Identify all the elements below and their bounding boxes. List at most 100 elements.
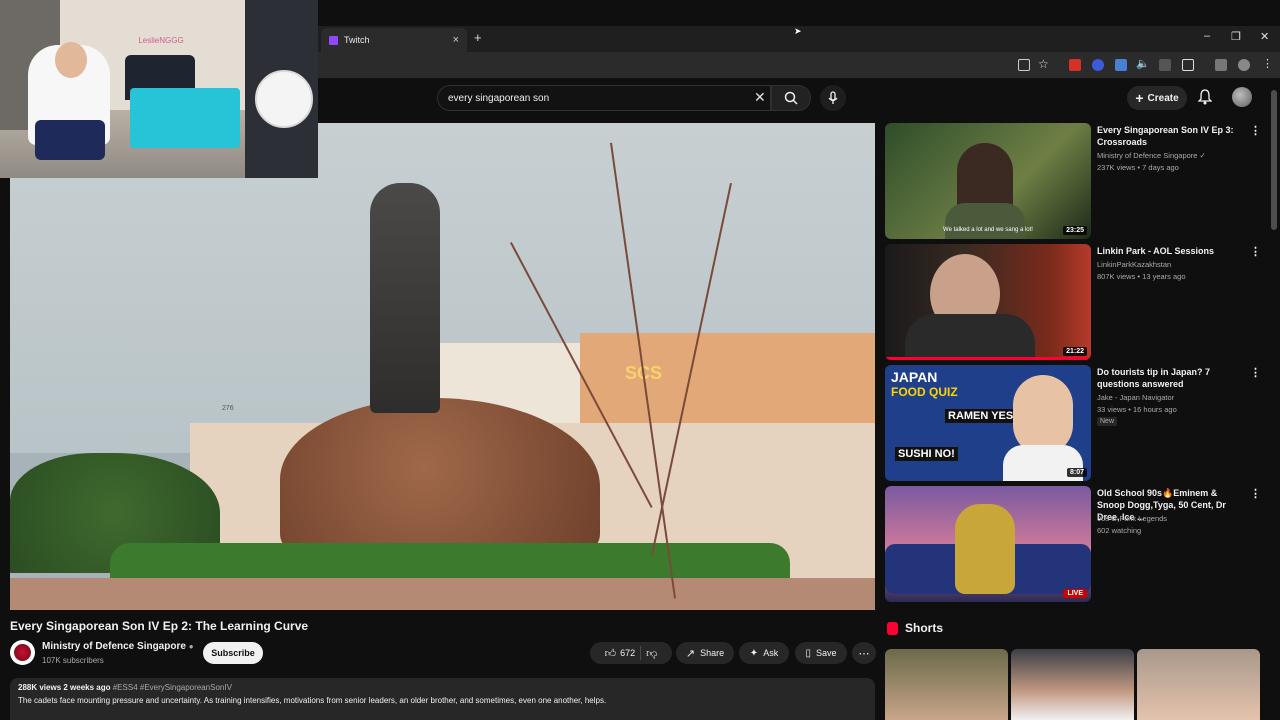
- related-channel[interactable]: 90s G-Funk Legends: [1097, 514, 1167, 523]
- like-dislike-group: 👍︎ 672 👎︎: [590, 642, 672, 664]
- soldier-statue: [370, 183, 440, 413]
- description-text: The cadets face mounting pressure and un…: [18, 696, 607, 705]
- close-window-button[interactable]: ✕: [1260, 30, 1269, 43]
- related-views: 237K views • 7 days ago: [1097, 163, 1179, 172]
- extension-blue-icon[interactable]: [1115, 59, 1127, 71]
- browser-menu-icon[interactable]: ⋮: [1262, 57, 1273, 70]
- related-views: 602 watching: [1097, 526, 1142, 535]
- browser-tab-twitch[interactable]: Twitch ×: [321, 28, 467, 52]
- channel-avatar[interactable]: [10, 640, 35, 665]
- notifications-button[interactable]: [1197, 89, 1213, 110]
- fan-image: [255, 70, 313, 128]
- description-box[interactable]: 288K views 2 weeks ago #ESS4 #EverySinga…: [10, 678, 875, 720]
- save-label: Save: [816, 648, 837, 658]
- thumb-text-japan: JAPAN: [891, 369, 938, 385]
- ask-button[interactable]: ✦ Ask: [739, 642, 789, 664]
- thumb-text-ramen: RAMEN YES!: [945, 409, 1020, 423]
- channel-name[interactable]: Ministry of Defence Singapore ●: [42, 641, 194, 652]
- new-tab-button[interactable]: +: [474, 30, 482, 45]
- twitch-icon: [329, 35, 338, 45]
- search-icon: [784, 91, 798, 105]
- subscriber-count: 107K subscribers: [42, 656, 104, 665]
- sparkle-icon: ✦: [749, 647, 759, 659]
- microphone-icon: [828, 91, 838, 104]
- search-button[interactable]: [771, 85, 811, 111]
- share-icon: ↗: [685, 647, 696, 660]
- streamer-head: [55, 42, 87, 78]
- subscribe-button[interactable]: Subscribe: [203, 642, 263, 664]
- bell-icon: [1197, 89, 1213, 105]
- related-channel[interactable]: Ministry of Defence Singapore ✓: [1097, 151, 1206, 160]
- related-more-icon[interactable]: ⋮: [1250, 124, 1261, 137]
- cast-icon[interactable]: [1018, 59, 1030, 71]
- video-player[interactable]: SCS 276: [10, 123, 875, 610]
- live-badge: LIVE: [1063, 589, 1087, 598]
- related-views: 33 views • 16 hours ago: [1097, 405, 1177, 414]
- extension-gmail-icon[interactable]: [1069, 59, 1081, 71]
- short-thumbnail[interactable]: [1137, 649, 1260, 720]
- short-thumbnail[interactable]: [1011, 649, 1134, 720]
- related-title[interactable]: Linkin Park - AOL Sessions: [1097, 245, 1247, 257]
- related-thumbnail[interactable]: We talked a lot and we sang a lot! 23:25: [885, 123, 1091, 239]
- related-views: 807K views • 13 years ago: [1097, 272, 1186, 281]
- more-actions-button[interactable]: ⋯: [852, 642, 876, 664]
- thumbs-up-icon: 👍︎: [604, 647, 617, 660]
- mouse-cursor-icon: ➤: [794, 26, 802, 36]
- short-thumbnail[interactable]: [885, 649, 1008, 720]
- plus-icon: +: [1135, 90, 1144, 106]
- create-label: Create: [1147, 92, 1179, 104]
- verified-icon: ●: [188, 642, 194, 651]
- related-title[interactable]: Do tourists tip in Japan? 7 questions an…: [1097, 366, 1247, 390]
- clear-search-icon[interactable]: ✕: [754, 89, 766, 106]
- extensions-puzzle-icon[interactable]: [1182, 59, 1194, 71]
- new-badge: New: [1097, 417, 1118, 426]
- more-horizontal-icon: ⋯: [858, 647, 870, 660]
- profile-icon[interactable]: [1238, 59, 1250, 71]
- related-channel[interactable]: Jake - Japan Navigator: [1097, 393, 1174, 402]
- account-avatar[interactable]: [1232, 87, 1252, 107]
- related-more-icon[interactable]: ⋮: [1250, 487, 1261, 500]
- video-duration: 8:07: [1066, 468, 1087, 477]
- search-input[interactable]: every singaporean son: [437, 85, 771, 111]
- related-thumbnail[interactable]: JAPAN FOOD QUIZ RAMEN YES! SUSHI NO! 8:0…: [885, 365, 1091, 481]
- streamer-logo: LeslieNGGG: [138, 36, 184, 45]
- thumb-text-sushi: SUSHI NO!: [895, 447, 958, 461]
- video-duration: 21:22: [1063, 347, 1087, 356]
- bookmark-star-icon[interactable]: ☆: [1038, 57, 1049, 71]
- related-title[interactable]: Every Singaporean Son IV Ep 3: Crossroad…: [1097, 124, 1247, 148]
- channel-name-text: Ministry of Defence Singapore: [42, 641, 186, 652]
- video-title: Every Singaporean Son IV Ep 2: The Learn…: [10, 619, 309, 633]
- shorts-icon: [887, 622, 898, 635]
- voice-search-button[interactable]: [820, 85, 846, 111]
- thumbnail-caption: We talked a lot and we sang a lot!: [943, 227, 1033, 233]
- dislike-button[interactable]: 👎︎: [646, 647, 657, 660]
- minimize-button[interactable]: –: [1204, 30, 1210, 42]
- ask-label: Ask: [763, 648, 779, 658]
- scrollbar[interactable]: [1271, 90, 1277, 230]
- tab-title: Twitch: [344, 35, 370, 45]
- building-number: 276: [222, 405, 234, 412]
- related-thumbnail[interactable]: LIVE: [885, 486, 1091, 602]
- tab-close-icon[interactable]: ×: [453, 34, 459, 46]
- thumbs-down-icon: 👎︎: [646, 647, 658, 660]
- hashtags[interactable]: #ESS4 #EverySingaporeanSonIV: [113, 683, 232, 692]
- save-button[interactable]: ▯ Save: [795, 642, 847, 664]
- bookmark-icon: ▯: [805, 647, 811, 659]
- extension-audio-icon[interactable]: [1092, 59, 1104, 71]
- share-button[interactable]: ↗ Share: [676, 642, 734, 664]
- extension-grey-icon[interactable]: [1159, 59, 1171, 71]
- media-icon[interactable]: [1215, 59, 1227, 71]
- related-thumbnail[interactable]: 21:22: [885, 244, 1091, 360]
- related-channel[interactable]: LinkinParkKazakhstan: [1097, 260, 1171, 269]
- related-more-icon[interactable]: ⋮: [1250, 366, 1261, 379]
- video-duration: 23:25: [1063, 226, 1087, 235]
- restore-button[interactable]: ❐: [1231, 30, 1241, 43]
- thumb-text-quiz: FOOD QUIZ: [891, 385, 958, 399]
- create-button[interactable]: + Create: [1127, 86, 1187, 110]
- volume-icon[interactable]: 🔈: [1136, 57, 1150, 70]
- webcam-overlay: LeslieNGGG: [0, 0, 318, 178]
- share-label: Share: [700, 648, 725, 658]
- related-more-icon[interactable]: ⋮: [1250, 245, 1261, 258]
- like-button[interactable]: 👍︎ 672: [605, 647, 636, 660]
- search-query: every singaporean son: [448, 92, 550, 104]
